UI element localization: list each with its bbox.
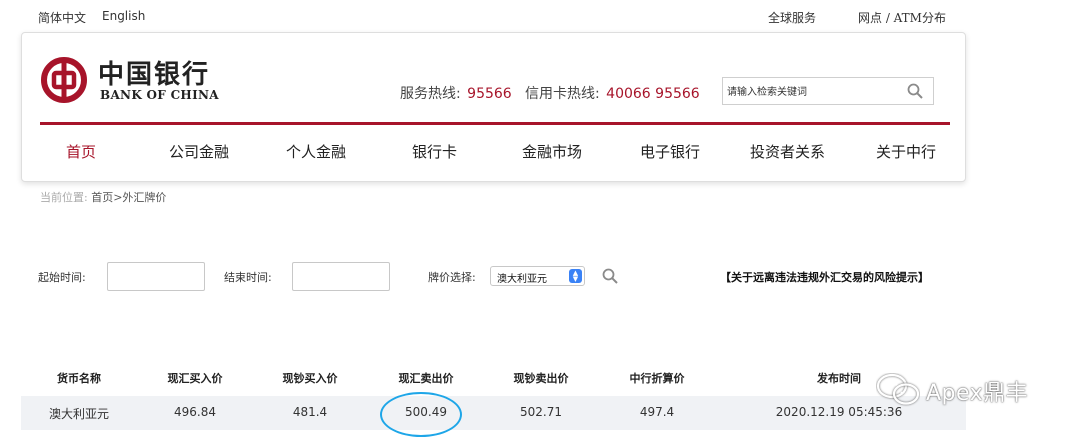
lang-chinese-link[interactable]: 简体中文 [38, 9, 86, 26]
col-cash-sell: 现钞卖出价 [513, 372, 569, 385]
nav-bank-cards[interactable]: 银行卡 [412, 141, 457, 162]
header-divider [40, 122, 950, 125]
cell-cash-buy: 481.4 [292, 405, 328, 419]
select-arrows-icon: ▲ ▼ [569, 269, 582, 283]
col-currency-name: 货币名称 [57, 372, 101, 385]
risk-warning-link[interactable]: 【关于远离违法违规外汇交易的风险提示】 [720, 269, 929, 285]
cell-spot-buy: 496.84 [174, 405, 216, 419]
service-hotline-number: 95566 [467, 86, 512, 102]
cell-publish-time: 2020.12.19 05:45:36 [775, 405, 903, 419]
col-publish-time: 发布时间 [817, 372, 861, 385]
nav-corporate-banking[interactable]: 公司金融 [169, 141, 229, 162]
table-header: 货币名称 现汇买入价 现钞买入价 现汇卖出价 现钞卖出价 中行折算价 发布时间 [21, 362, 966, 396]
currency-select[interactable]: 澳大利亚元 ▲ ▼ [490, 266, 585, 286]
credit-card-hotline: 信用卡热线: 40066 95566 [525, 83, 700, 103]
header: 中国银行 BANK OF CHINA 服务热线: 95566 信用卡热线: 40… [21, 32, 966, 182]
nav-personal-banking[interactable]: 个人金融 [286, 141, 346, 162]
col-cash-buy: 现钞买入价 [282, 372, 338, 385]
table-row: 澳大利亚元 496.84 481.4 500.49 502.71 497.4 2… [21, 396, 966, 430]
main-nav: 首页 公司金融 个人金融 银行卡 金融市场 电子银行 投资者关系 关于中行 [22, 141, 967, 165]
credit-hotline-number: 40066 95566 [606, 86, 700, 102]
global-service-link[interactable]: 全球服务 [768, 9, 816, 26]
logo-chinese-name: 中国银行 [98, 60, 211, 90]
rate-filter: 起始时间: 结束时间: 牌价选择: 澳大利亚元 ▲ ▼ 【关于远离违法违规外汇交易… [0, 262, 1080, 292]
exchange-rate-table: 货币名称 现汇买入价 现钞买入价 现汇卖出价 现钞卖出价 中行折算价 发布时间 … [21, 362, 966, 430]
search-input[interactable] [727, 80, 902, 104]
end-time-label: 结束时间: [224, 271, 272, 284]
boc-emblem-icon [41, 57, 87, 103]
nav-about-boc[interactable]: 关于中行 [876, 141, 936, 162]
cell-currency-name: 澳大利亚元 [48, 407, 110, 421]
col-spot-buy: 现汇买入价 [167, 372, 223, 385]
top-bar: 简体中文 English 全球服务 网点 / ATM分布 [0, 0, 1080, 32]
lang-english-link[interactable]: English [102, 9, 145, 23]
breadcrumb-path[interactable]: 首页>外汇牌价 [91, 191, 166, 204]
breadcrumb-prefix: 当前位置: [40, 191, 88, 204]
cell-cash-sell: 502.71 [520, 405, 562, 419]
nav-home[interactable]: 首页 [66, 141, 96, 162]
credit-hotline-label: 信用卡热线: [525, 86, 600, 102]
breadcrumb: 当前位置: 首页>外汇牌价 [40, 189, 166, 205]
branches-atm-link[interactable]: 网点 / ATM分布 [858, 9, 946, 26]
col-spot-sell: 现汇卖出价 [398, 372, 454, 385]
wechat-watermark: Apex鼎丰 [876, 371, 1066, 407]
query-search-icon[interactable] [602, 268, 618, 284]
col-boc-conversion: 中行折算价 [629, 372, 685, 385]
start-time-input[interactable] [107, 262, 205, 291]
search-icon[interactable] [907, 83, 923, 99]
watermark-text: Apex鼎丰 [926, 381, 1029, 406]
service-hotline: 服务热线: 95566 [400, 83, 512, 103]
site-search [722, 77, 934, 105]
nav-financial-markets[interactable]: 金融市场 [522, 141, 582, 162]
logo-english-name: BANK OF CHINA [100, 88, 219, 102]
end-time-input[interactable] [292, 262, 390, 291]
currency-selected-value: 澳大利亚元 [497, 274, 547, 285]
wechat-icon [876, 373, 920, 405]
nav-e-banking[interactable]: 电子银行 [640, 141, 700, 162]
highlight-circle [380, 392, 462, 437]
bank-logo[interactable]: 中国银行 BANK OF CHINA [40, 52, 220, 108]
price-select-label: 牌价选择: [428, 271, 476, 284]
nav-investor-relations[interactable]: 投资者关系 [750, 141, 825, 162]
service-hotline-label: 服务热线: [400, 86, 461, 102]
cell-boc-conversion: 497.4 [639, 405, 675, 419]
start-time-label: 起始时间: [38, 271, 86, 284]
